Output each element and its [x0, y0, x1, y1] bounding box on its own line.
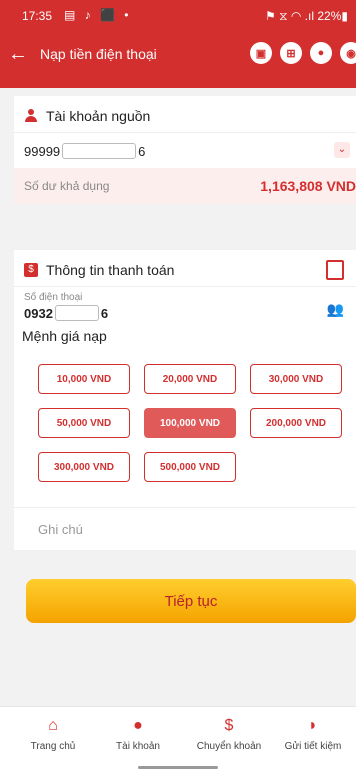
chat-icon[interactable]: ◉: [340, 42, 356, 64]
phone-value: 0932 6: [24, 305, 108, 321]
home-indicator: [138, 766, 218, 769]
home-icon: ⌂: [48, 717, 58, 734]
continue-button[interactable]: Tiếp tục: [26, 579, 356, 623]
page-title: Nạp tiền điện thoại: [40, 46, 157, 62]
scan-icon[interactable]: ▣: [250, 42, 272, 64]
back-arrow-icon[interactable]: ←: [8, 44, 28, 64]
nav-item-transfer[interactable]: $ Chuyển khoản: [184, 717, 274, 752]
status-time: 17:35: [22, 9, 53, 23]
denomination-option[interactable]: 10,000 VND: [38, 364, 130, 394]
denomination-option[interactable]: 300,000 VND: [38, 452, 130, 482]
denomination-option[interactable]: 20,000 VND: [144, 364, 236, 394]
masked-region: [62, 143, 137, 159]
phone-prefix: 0932: [24, 306, 53, 321]
status-bar: 17:35 ▤ ♪ ⬛ • ⚑ ⧖ ◠ .ıl 22%▮: [0, 0, 356, 32]
person-icon: [24, 109, 38, 123]
account-number-suffix: 6: [138, 144, 146, 159]
balance-label: Số dư khả dụng: [24, 179, 110, 193]
nav-item-savings[interactable]: ◗ Gửi tiết kiệm: [268, 717, 356, 752]
source-account-card: Tài khoản nguồn 99999 6 ⌄ Số dư khả dụng …: [14, 96, 356, 204]
balance-value: 1,163,808 VND: [260, 178, 356, 194]
masked-region: [54, 305, 99, 321]
denomination-label: Mệnh giá nạp: [22, 328, 107, 344]
contacts-icon[interactable]: 👥: [327, 301, 344, 318]
note-field[interactable]: Ghi chú: [14, 507, 356, 550]
user-icon: ●: [133, 717, 143, 734]
source-account-heading: Tài khoản nguồn: [24, 108, 150, 124]
app-header: 17:35 ▤ ♪ ⬛ • ⚑ ⧖ ◠ .ıl 22%▮ ← Nạp tiền …: [0, 0, 356, 88]
denomination-option[interactable]: 30,000 VND: [250, 364, 342, 394]
denomination-option[interactable]: 50,000 VND: [38, 408, 130, 438]
note-placeholder: Ghi chú: [38, 522, 83, 537]
balance-row: Số dư khả dụng 1,163,808 VND: [14, 168, 356, 204]
transfer-icon: $: [224, 717, 234, 734]
status-right-indicators: ⚑ ⧖ ◠ .ıl 22%▮: [265, 9, 348, 23]
denomination-option-selected[interactable]: 100,000 VND: [144, 408, 236, 438]
qr-code-icon[interactable]: ⊞: [280, 42, 302, 64]
nav-item-account[interactable]: ● Tài khoản: [93, 717, 183, 752]
piggy-bank-icon: ◗: [308, 717, 318, 734]
bell-icon[interactable]: ●: [310, 42, 332, 64]
payment-info-card: $ Thông tin thanh toán Số điện thoại 093…: [14, 250, 356, 550]
payment-info-title: Thông tin thanh toán: [46, 262, 175, 278]
account-selector[interactable]: 99999 6 ⌄: [14, 132, 356, 169]
nav-bar: ← Nạp tiền điện thoại ▣ ⊞ ● ◉: [0, 38, 356, 78]
phone-label: Số điện thoại: [24, 292, 83, 303]
header-actions: ▣ ⊞ ● ◉: [250, 42, 356, 64]
nav-item-label: Chuyển khoản: [196, 741, 262, 752]
nav-item-label: Tài khoản: [116, 741, 160, 752]
nav-item-label: Trang chủ: [30, 741, 76, 752]
denomination-option[interactable]: 200,000 VND: [250, 408, 342, 438]
payment-info-heading: $ Thông tin thanh toán: [24, 262, 174, 278]
account-number: 99999 6: [24, 143, 145, 159]
status-notification-icons: ▤ ♪ ⬛ •: [64, 8, 132, 22]
nav-item-label: Gửi tiết kiệm: [284, 741, 342, 752]
nav-item-home[interactable]: ⌂ Trang chủ: [8, 717, 98, 752]
account-number-prefix: 99999: [24, 144, 61, 159]
phone-field[interactable]: Số điện thoại 0932 6 👥: [14, 286, 356, 331]
chevron-down-icon[interactable]: ⌄: [334, 142, 350, 158]
dollar-icon: $: [24, 263, 38, 277]
id-card-icon[interactable]: [326, 260, 344, 280]
denomination-option[interactable]: 500,000 VND: [144, 452, 236, 482]
phone-suffix: 6: [100, 306, 109, 321]
source-account-title: Tài khoản nguồn: [46, 108, 151, 124]
